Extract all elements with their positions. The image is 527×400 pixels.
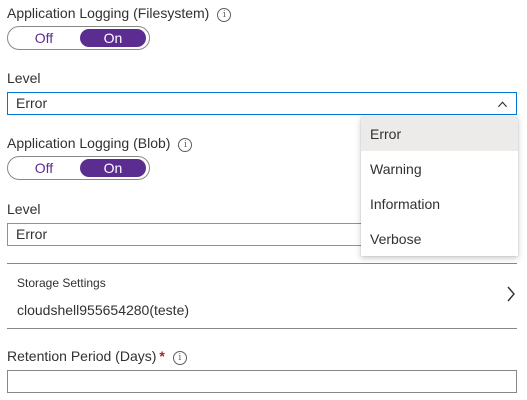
level-dropdown-menu: Error Warning Information Verbose: [361, 117, 518, 256]
chevron-up-icon: [498, 101, 507, 108]
fs-logging-toggle[interactable]: Off On: [7, 26, 150, 50]
blob-logging-label: Application Logging (Blob): [7, 135, 171, 151]
retention-label: Retention Period (Days): [7, 348, 157, 364]
fs-logging-off-option[interactable]: Off: [11, 29, 77, 47]
menu-item-warning[interactable]: Warning: [361, 152, 518, 186]
blob-level-value: Error: [16, 226, 48, 242]
info-icon[interactable]: i: [217, 8, 232, 22]
fs-level-value: Error: [16, 95, 48, 111]
fs-logging-on-option[interactable]: On: [80, 29, 146, 47]
storage-settings-label: Storage Settings: [17, 276, 106, 290]
required-marker: *: [159, 348, 165, 364]
fs-level-label: Level: [7, 70, 41, 86]
storage-settings-link[interactable]: Storage Settings cloudshell955654280(tes…: [7, 264, 519, 328]
storage-settings-value: cloudshell955654280(teste): [17, 302, 190, 318]
menu-item-information[interactable]: Information: [361, 187, 518, 221]
fs-logging-label-row: Application Logging (Filesystem) i: [7, 4, 232, 22]
blob-logging-label-row: Application Logging (Blob) i: [7, 134, 193, 152]
blob-logging-toggle[interactable]: Off On: [7, 156, 150, 180]
chevron-right-icon: [507, 286, 515, 302]
info-icon[interactable]: i: [172, 351, 187, 365]
app-logging-settings: Application Logging (Filesystem) i Off On…: [0, 0, 527, 400]
menu-item-error[interactable]: Error: [361, 117, 518, 151]
retention-label-row: Retention Period (Days) * i: [7, 347, 187, 365]
divider: [7, 328, 517, 329]
blob-level-label: Level: [7, 201, 41, 217]
blob-logging-on-option[interactable]: On: [80, 159, 146, 177]
blob-logging-off-option[interactable]: Off: [11, 159, 77, 177]
retention-period-input[interactable]: [7, 370, 517, 393]
fs-logging-label: Application Logging (Filesystem): [7, 5, 210, 21]
fs-level-dropdown[interactable]: Error: [7, 92, 517, 115]
info-icon[interactable]: i: [178, 138, 193, 152]
menu-item-verbose[interactable]: Verbose: [361, 222, 518, 256]
